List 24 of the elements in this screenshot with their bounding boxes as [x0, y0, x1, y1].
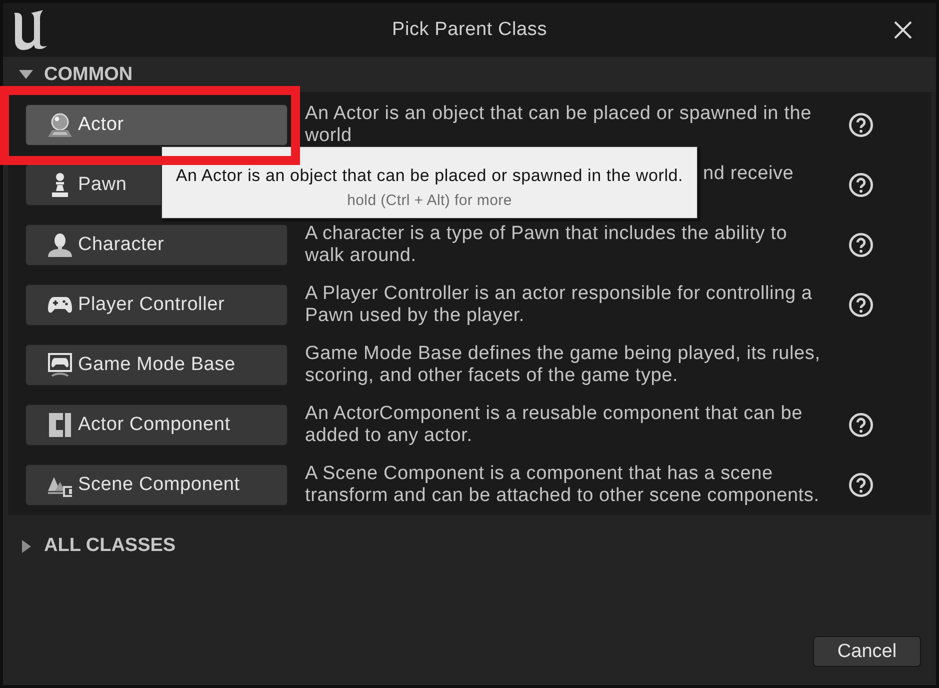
class-description: A character is a type of Pawn that includes the ability to walk around. — [305, 223, 788, 267]
class-description: nd receive — [703, 163, 794, 185]
cancel-button[interactable]: Cancel — [813, 636, 921, 667]
person-bust-icon — [48, 233, 72, 257]
class-description: An ActorComponent is a reusable component that can be added to any actor. — [305, 403, 804, 447]
gamepad-screen-icon — [48, 353, 72, 377]
class-description: A Player Controller is an actor responsible for controlling a Pawn used by the player. — [305, 283, 814, 327]
sphere-on-stand-icon — [48, 113, 72, 137]
class-button[interactable]: Actor — [25, 104, 288, 146]
component-block-icon — [49, 413, 71, 437]
window-title: Pick Parent Class — [392, 19, 548, 41]
logo-icon — [13, 10, 47, 50]
class-button[interactable]: Actor Component — [25, 404, 288, 446]
gamepad-icon — [48, 296, 72, 314]
class-button[interactable]: Player Controller — [25, 284, 288, 326]
class-button[interactable]: Scene Component — [25, 464, 288, 506]
class-description: An Actor is an object that can be placed or spawned in the world — [305, 103, 812, 147]
section-header[interactable]: ALL CLASSES — [3, 528, 936, 564]
close-icon[interactable] — [894, 21, 912, 39]
class-description: Game Mode Base defines the game being played, its rules, scoring, and other facets of the game type. — [305, 343, 822, 387]
tooltip-hint: hold (Ctrl + Alt) for more — [347, 192, 512, 210]
class-description: A Scene Component is a component that has a scene transform and can be attached to other scene components. — [305, 463, 820, 507]
class-button[interactable]: Character — [25, 224, 288, 266]
class-button[interactable]: Game Mode Base — [25, 344, 288, 386]
